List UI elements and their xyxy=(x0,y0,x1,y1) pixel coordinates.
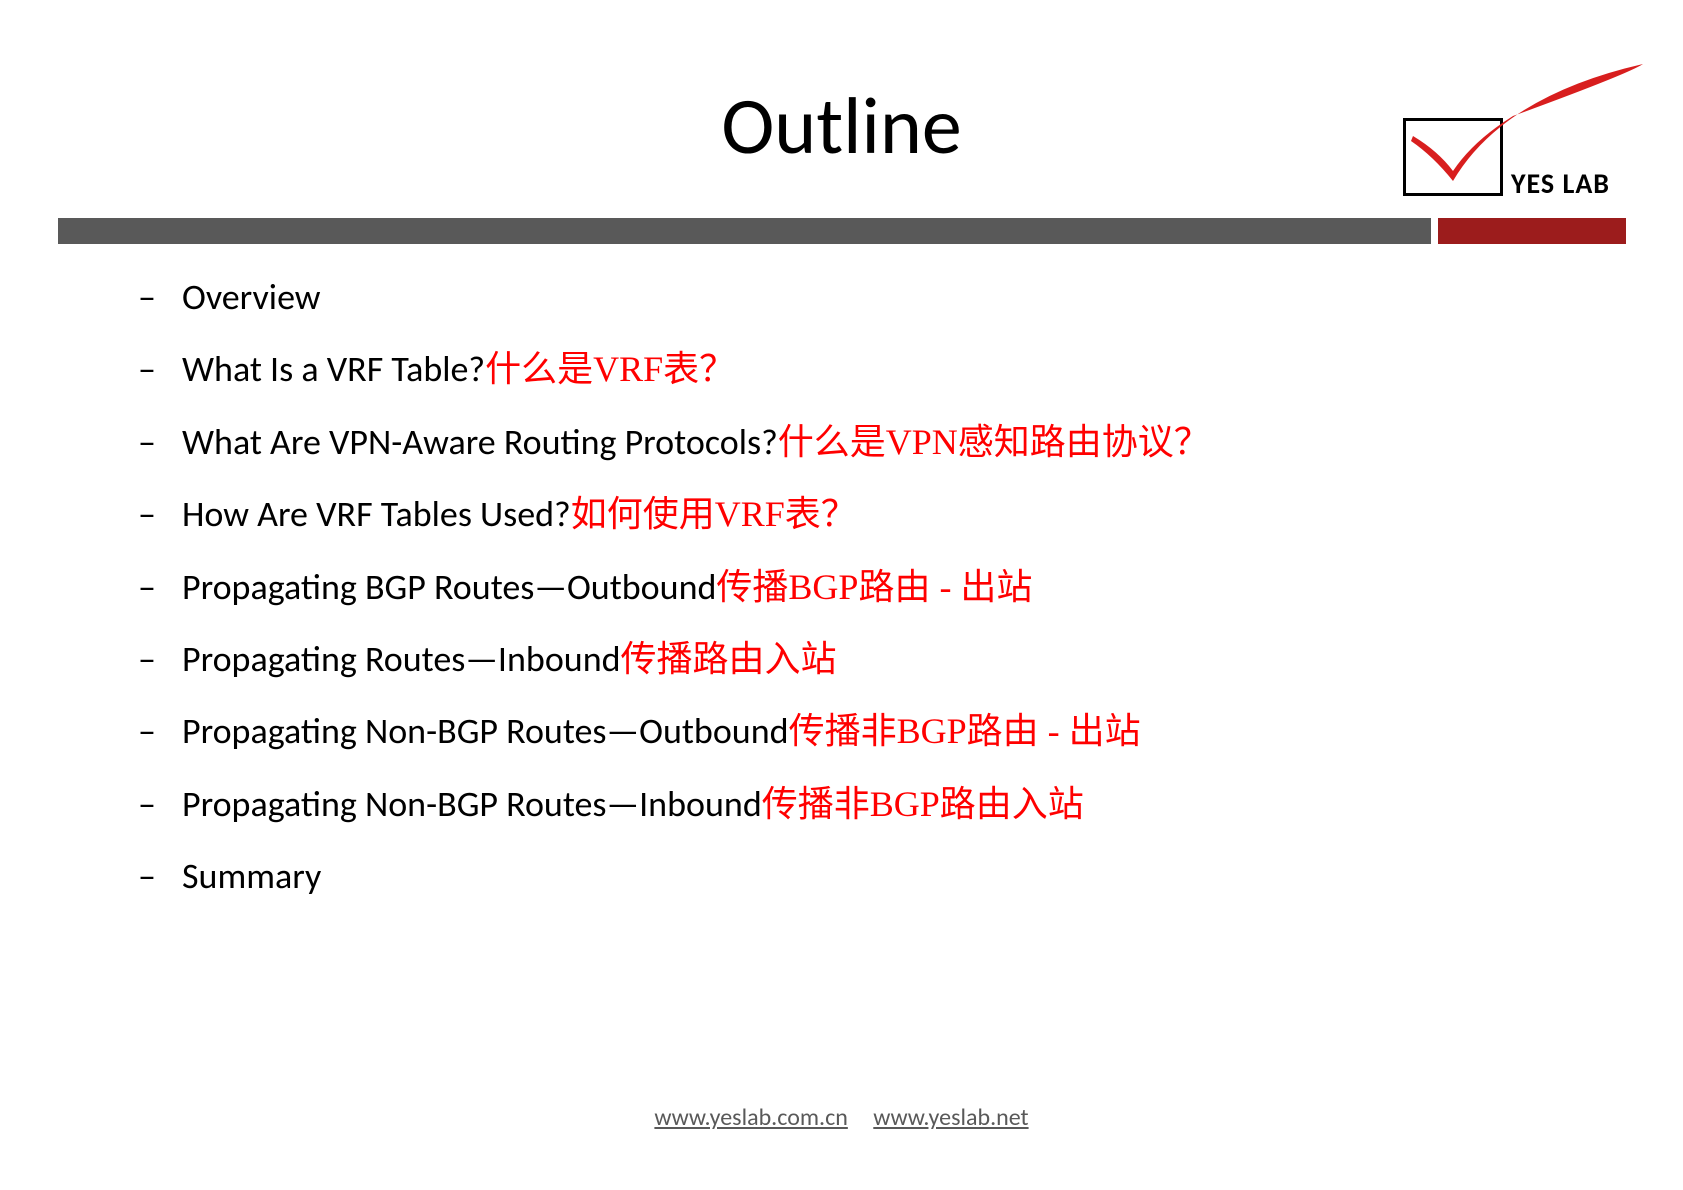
item-text-zh: 什么是VRF表？ xyxy=(485,349,735,389)
list-item: – Summary xyxy=(138,851,1558,901)
item-text-zh: 传播非BGP路由入站 xyxy=(762,784,1084,824)
item-text-en: Propagating Routes—Inbound xyxy=(182,637,621,681)
footer: www.yeslab.com.cn www.yeslab.net xyxy=(0,1103,1683,1132)
item-text-zh: 传播BGP路由 - 出站 xyxy=(716,567,1032,607)
list-item: – Propagating Routes—Inbound传播路由入站 xyxy=(138,634,1558,684)
dash-bullet: – xyxy=(138,851,166,901)
dash-bullet: – xyxy=(138,706,166,756)
divider-red xyxy=(1438,218,1626,244)
item-text-zh: 传播路由入站 xyxy=(621,639,837,679)
list-item: – Propagating BGP Routes—Outbound传播BGP路由… xyxy=(138,562,1558,612)
dash-bullet: – xyxy=(138,272,166,322)
footer-link-1[interactable]: www.yeslab.com.cn xyxy=(654,1103,847,1132)
item-text-zh: 如何使用VRF表？ xyxy=(571,494,857,534)
item-text-zh: 什么是VPN感知路由协议？ xyxy=(778,422,1210,462)
dash-bullet: – xyxy=(138,417,166,467)
item-text-en: How Are VRF Tables Used? xyxy=(182,492,571,536)
outline-list: – Overview – What Is a VRF Table?什么是VRF表… xyxy=(138,272,1558,924)
item-text-en: Propagating Non-BGP Routes—Outbound xyxy=(182,709,789,753)
item-text-zh: 传播非BGP路由 - 出站 xyxy=(789,711,1141,751)
dash-bullet: – xyxy=(138,562,166,612)
list-item: – How Are VRF Tables Used?如何使用VRF表？ xyxy=(138,489,1558,539)
item-text-en: What Are VPN-Aware Routing Protocols? xyxy=(182,420,778,464)
item-text-en: Overview xyxy=(182,275,321,319)
list-item: – Overview xyxy=(138,272,1558,322)
list-item: – Propagating Non-BGP Routes—Inbound传播非B… xyxy=(138,779,1558,829)
dash-bullet: – xyxy=(138,489,166,539)
dash-bullet: – xyxy=(138,779,166,829)
footer-link-2[interactable]: www.yeslab.net xyxy=(873,1103,1028,1132)
logo-text: YES LAB xyxy=(1511,166,1610,201)
item-text-en: Summary xyxy=(182,854,321,898)
list-item: – What Is a VRF Table?什么是VRF表？ xyxy=(138,344,1558,394)
divider-gray xyxy=(58,218,1431,244)
list-item: – Propagating Non-BGP Routes—Outbound传播非… xyxy=(138,706,1558,756)
slide: Outline YES LAB – Overview – What Is a V… xyxy=(0,0,1683,1190)
item-text-en: Propagating BGP Routes—Outbound xyxy=(182,565,716,609)
logo: YES LAB xyxy=(1383,68,1663,208)
item-text-en: Propagating Non-BGP Routes—Inbound xyxy=(182,782,762,826)
dash-bullet: – xyxy=(138,634,166,684)
list-item: – What Are VPN-Aware Routing Protocols?什… xyxy=(138,417,1558,467)
item-text-en: What Is a VRF Table? xyxy=(182,347,485,391)
dash-bullet: – xyxy=(138,344,166,394)
